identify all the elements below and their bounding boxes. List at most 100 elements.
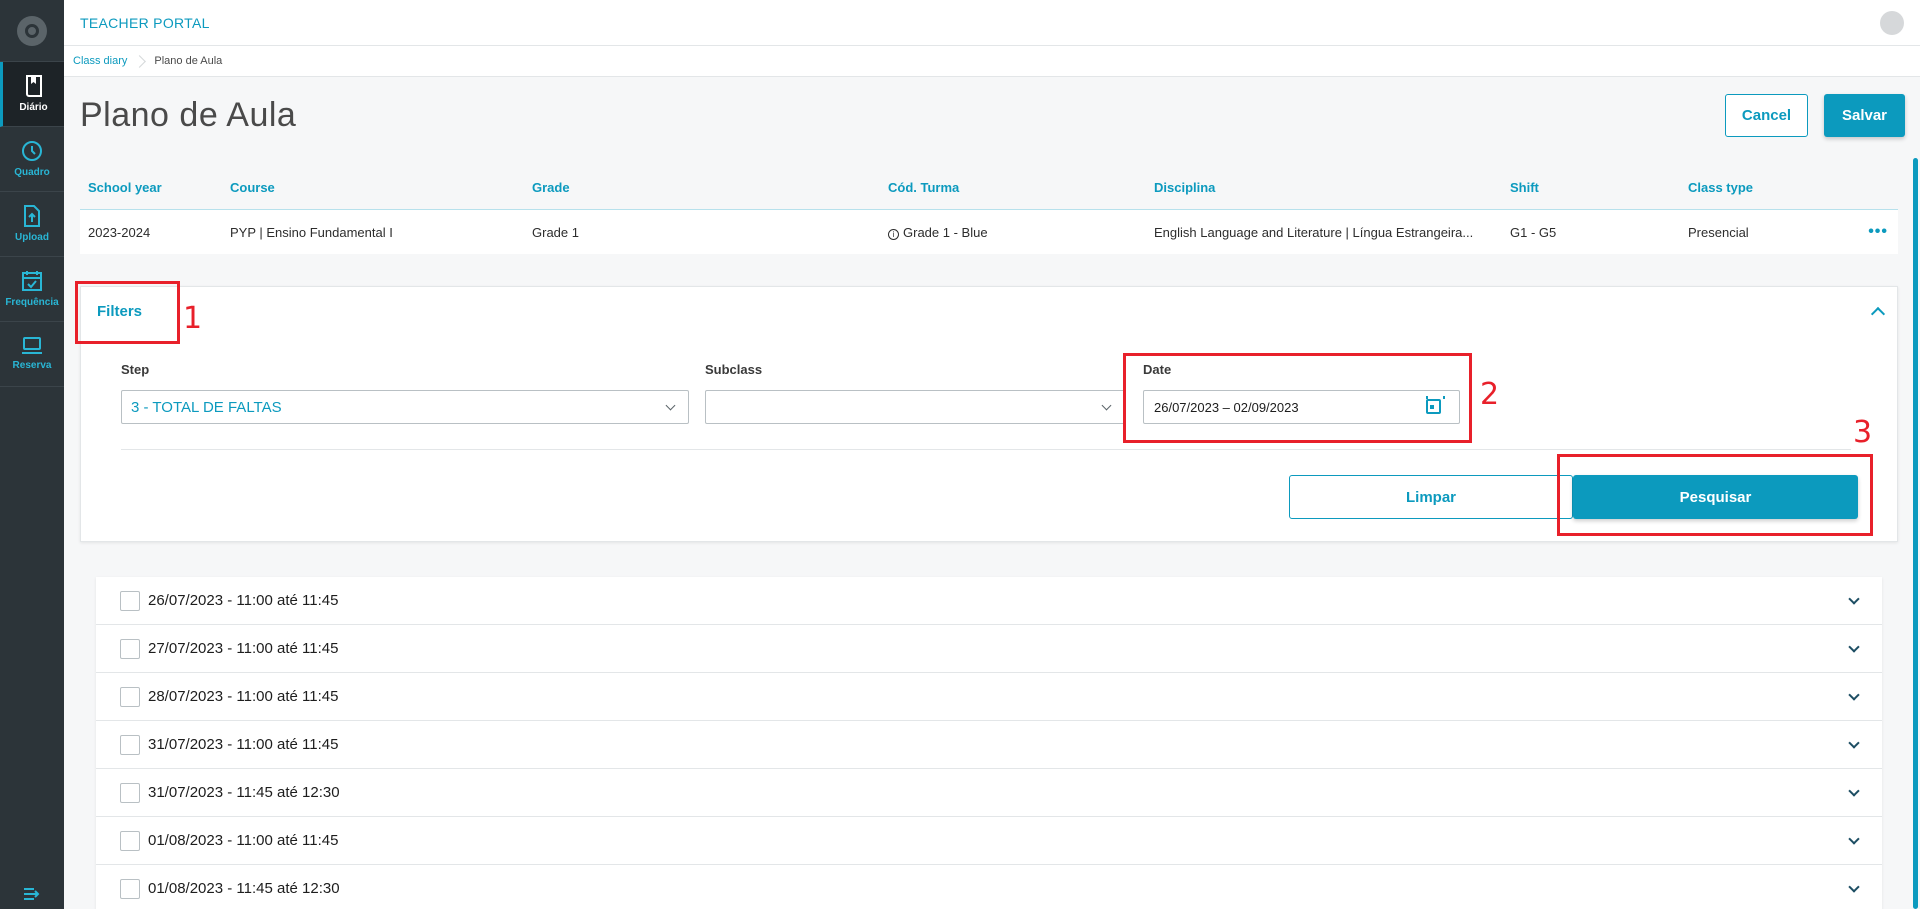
header-disciplina: Disciplina	[1154, 179, 1216, 195]
list-item[interactable]: 01/08/2023 - 11:45 até 12:30	[96, 865, 1882, 909]
search-button[interactable]: Pesquisar	[1573, 475, 1858, 519]
chevron-down-icon[interactable]	[1848, 593, 1860, 605]
sidebar-item-reserva[interactable]: Reserva	[0, 322, 64, 387]
annotation-number-3: 3	[1853, 415, 1873, 450]
sidebar-item-frequencia[interactable]: Frequência	[0, 257, 64, 322]
app-title: TEACHER PORTAL	[80, 14, 210, 31]
cell-cod-turma: i Grade 1 - Blue	[880, 225, 1146, 240]
clear-button[interactable]: Limpar	[1289, 475, 1573, 519]
subclass-select[interactable]	[705, 390, 1125, 424]
lesson-checkbox[interactable]	[120, 830, 140, 851]
divider	[121, 449, 1851, 450]
header-course: Course	[230, 179, 275, 195]
lesson-label: 27/07/2023 - 11:00 até 11:45	[148, 640, 339, 657]
sidebar: Diário Quadro Upload Frequência Reserva	[0, 0, 64, 909]
page-scrollbar[interactable]	[1913, 158, 1918, 909]
lesson-checkbox[interactable]	[120, 782, 140, 803]
save-button[interactable]: Salvar	[1824, 94, 1905, 137]
chevron-down-icon[interactable]	[1848, 881, 1860, 893]
sidebar-item-label: Diário	[19, 102, 48, 113]
cell-course: PYP | Ensino Fundamental I	[230, 224, 393, 240]
page-title: Plano de Aula	[80, 96, 297, 134]
step-label: Step	[121, 362, 150, 377]
filters-toggle[interactable]: Filters	[97, 303, 142, 320]
chevron-down-icon	[1101, 400, 1112, 411]
expand-menu-icon	[24, 888, 40, 900]
lesson-label: 31/07/2023 - 11:45 até 12:30	[148, 784, 340, 801]
date-range-value: 26/07/2023 – 02/09/2023	[1154, 399, 1299, 415]
sidebar-item-label: Reserva	[12, 360, 52, 371]
upload-icon	[24, 205, 40, 227]
chevron-down-icon[interactable]	[1848, 641, 1860, 653]
lesson-label: 31/07/2023 - 11:00 até 11:45	[148, 736, 339, 753]
lesson-checkbox[interactable]	[120, 878, 140, 899]
laptop-icon	[22, 337, 42, 354]
info-icon[interactable]: i	[888, 228, 899, 240]
top-bar: TEACHER PORTAL	[64, 0, 1920, 46]
chevron-down-icon	[665, 400, 676, 411]
lesson-label: 01/08/2023 - 11:00 até 11:45	[148, 832, 339, 849]
lesson-checkbox[interactable]	[120, 590, 140, 611]
sidebar-item-label: Frequência	[5, 297, 59, 308]
breadcrumb-class-diary[interactable]: Class diary	[73, 55, 127, 67]
cell-shift: G1 - G5	[1510, 224, 1557, 240]
cell-class-type: Presencial	[1688, 224, 1749, 240]
clock-icon	[22, 141, 42, 161]
lesson-label: 26/07/2023 - 11:00 até 11:45	[148, 592, 339, 609]
header-shift: Shift	[1510, 179, 1539, 195]
chevron-down-icon[interactable]	[1848, 737, 1860, 749]
cancel-button[interactable]: Cancel	[1725, 94, 1808, 137]
breadcrumb-current: Plano de Aula	[154, 55, 223, 67]
lesson-list: 26/07/2023 - 11:00 até 11:45 27/07/2023 …	[96, 577, 1882, 909]
app-logo[interactable]	[0, 0, 64, 62]
header-school-year: School year	[88, 179, 162, 195]
breadcrumb: Class diary Plano de Aula	[64, 46, 1920, 77]
more-options-icon[interactable]: •••	[1850, 223, 1898, 241]
list-item[interactable]: 28/07/2023 - 11:00 até 11:45	[96, 673, 1882, 721]
calendar-icon[interactable]	[1426, 396, 1445, 414]
class-info-table: School year Course Grade Cód. Turma Disc…	[80, 165, 1898, 254]
sidebar-item-label: Quadro	[14, 167, 50, 178]
lesson-label: 01/08/2023 - 11:45 até 12:30	[148, 880, 340, 897]
sidebar-item-label: Upload	[15, 232, 49, 243]
table-row: 2023-2024 PYP | Ensino Fundamental I Gra…	[80, 210, 1898, 254]
sidebar-item-diario[interactable]: Diário	[0, 62, 64, 127]
annotation-number-1: 1	[183, 301, 203, 336]
date-range-input[interactable]: 26/07/2023 – 02/09/2023	[1143, 390, 1460, 424]
table-header: School year Course Grade Cód. Turma Disc…	[80, 165, 1898, 210]
annotation-number-2: 2	[1480, 377, 1500, 412]
cell-disciplina: English Language and Literature | Língua…	[1154, 224, 1474, 240]
calendar-check-icon	[22, 271, 42, 291]
chevron-down-icon[interactable]	[1848, 689, 1860, 701]
header-grade: Grade	[532, 179, 570, 195]
step-select-value: 3 - TOTAL DE FALTAS	[131, 398, 282, 416]
chevron-down-icon[interactable]	[1848, 785, 1860, 797]
logo-icon	[17, 15, 47, 46]
lesson-checkbox[interactable]	[120, 686, 140, 707]
cell-grade: Grade 1	[532, 224, 579, 240]
lesson-checkbox[interactable]	[120, 734, 140, 755]
chevron-down-icon[interactable]	[1848, 833, 1860, 845]
lesson-checkbox[interactable]	[120, 638, 140, 659]
list-item[interactable]: 31/07/2023 - 11:45 até 12:30	[96, 769, 1882, 817]
header-cod-turma: Cód. Turma	[888, 179, 960, 195]
header-class-type: Class type	[1688, 179, 1754, 195]
cell-school-year: 2023-2024	[88, 224, 151, 240]
sidebar-item-upload[interactable]: Upload	[0, 192, 64, 257]
lesson-label: 28/07/2023 - 11:00 até 11:45	[148, 688, 339, 705]
avatar[interactable]	[1880, 10, 1904, 35]
subclass-label: Subclass	[705, 362, 763, 377]
sidebar-item-quadro[interactable]: Quadro	[0, 127, 64, 192]
list-item[interactable]: 27/07/2023 - 11:00 até 11:45	[96, 625, 1882, 673]
chevron-up-icon[interactable]	[1870, 306, 1886, 322]
filters-panel: Filters Step 3 - TOTAL DE FALTAS Subclas…	[80, 286, 1898, 542]
list-item[interactable]: 31/07/2023 - 11:00 até 11:45	[96, 721, 1882, 769]
breadcrumb-separator-icon	[133, 54, 147, 68]
list-item[interactable]: 26/07/2023 - 11:00 até 11:45	[96, 577, 1882, 625]
list-item[interactable]: 01/08/2023 - 11:00 até 11:45	[96, 817, 1882, 865]
cod-turma-value: Grade 1 - Blue	[903, 224, 988, 240]
sidebar-collapse-button[interactable]	[0, 879, 64, 909]
step-select[interactable]: 3 - TOTAL DE FALTAS	[121, 390, 689, 424]
book-icon	[25, 75, 42, 97]
date-label: Date	[1143, 362, 1172, 377]
